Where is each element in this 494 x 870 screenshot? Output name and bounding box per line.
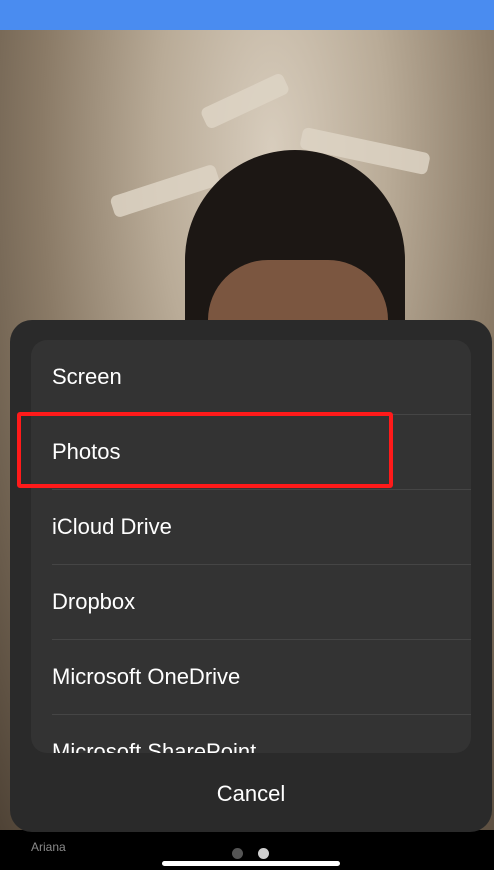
- home-indicator[interactable]: [162, 861, 340, 866]
- cancel-button[interactable]: Cancel: [10, 760, 492, 828]
- highlight-box: [17, 412, 393, 488]
- page-dot[interactable]: [232, 848, 243, 859]
- participant-name: Ariana: [31, 840, 66, 854]
- source-menu: Screen Photos iCloud Drive Dropbox Micro…: [31, 340, 471, 753]
- status-bar: [0, 0, 494, 30]
- menu-item-label: Dropbox: [52, 589, 136, 614]
- page-dot-active[interactable]: [258, 848, 269, 859]
- menu-item-label: Microsoft SharePoint: [52, 739, 257, 753]
- menu-item-dropbox[interactable]: Dropbox: [31, 565, 471, 639]
- menu-item-label: Screen: [52, 364, 122, 389]
- ceiling-fan-blade: [199, 72, 291, 130]
- menu-item-icloud-drive[interactable]: iCloud Drive: [31, 490, 471, 564]
- share-source-sheet: Screen Photos iCloud Drive Dropbox Micro…: [10, 320, 492, 832]
- menu-item-label: iCloud Drive: [52, 514, 172, 539]
- menu-item-sharepoint[interactable]: Microsoft SharePoint: [31, 715, 471, 753]
- menu-item-label: Microsoft OneDrive: [52, 664, 241, 689]
- menu-item-screen[interactable]: Screen: [31, 340, 471, 414]
- menu-item-onedrive[interactable]: Microsoft OneDrive: [31, 640, 471, 714]
